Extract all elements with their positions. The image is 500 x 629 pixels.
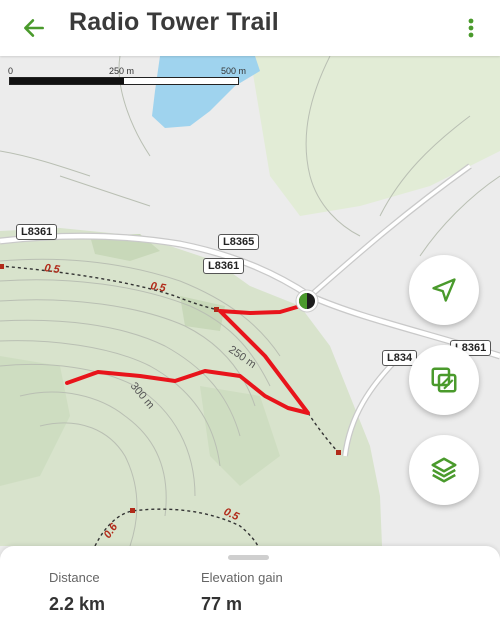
- scale-bar: 0 250 m 500 m: [8, 66, 248, 88]
- scale-label: 0: [8, 66, 14, 76]
- navigation-arrow-icon: [432, 278, 456, 302]
- road-label: L8365: [218, 234, 260, 250]
- drag-handle[interactable]: [228, 555, 269, 560]
- distance-stat: Distance 2.2 km: [49, 570, 105, 614]
- scale-bar-graphic: [9, 77, 239, 85]
- arrow-left-icon: [24, 19, 44, 37]
- distance-marker-square: [130, 508, 135, 513]
- scale-label: 250 m: [109, 66, 135, 76]
- elevation-label: Elevation gain: [201, 570, 283, 585]
- bottom-sheet[interactable]: Distance 2.2 km Elevation gain 77 m: [0, 546, 500, 629]
- more-vertical-icon: [468, 18, 474, 38]
- distance-marker-square: [336, 450, 341, 455]
- overlay-squares-icon: [431, 367, 457, 393]
- distance-value: 2.2 km: [49, 594, 106, 614]
- navigate-button[interactable]: [409, 255, 479, 325]
- map-overlay-button[interactable]: [409, 345, 479, 415]
- more-options-button[interactable]: [455, 8, 487, 48]
- scale-label: 500 m: [221, 66, 247, 76]
- map-layers-button[interactable]: [409, 435, 479, 505]
- distance-label: Distance: [49, 570, 100, 585]
- elevation-stat: Elevation gain 77 m: [201, 570, 283, 614]
- road-label: L8361: [203, 258, 245, 274]
- distance-marker-label: 0.5: [44, 262, 62, 276]
- start-marker: [295, 289, 319, 313]
- back-button[interactable]: [14, 8, 54, 48]
- road-label: L8361: [16, 224, 58, 240]
- page-title: Radio Tower Trail: [69, 8, 279, 36]
- layers-icon: [431, 457, 457, 483]
- app-bar: Radio Tower Trail: [0, 0, 500, 56]
- elevation-value: 77 m: [201, 594, 243, 614]
- distance-marker-square: [0, 264, 4, 269]
